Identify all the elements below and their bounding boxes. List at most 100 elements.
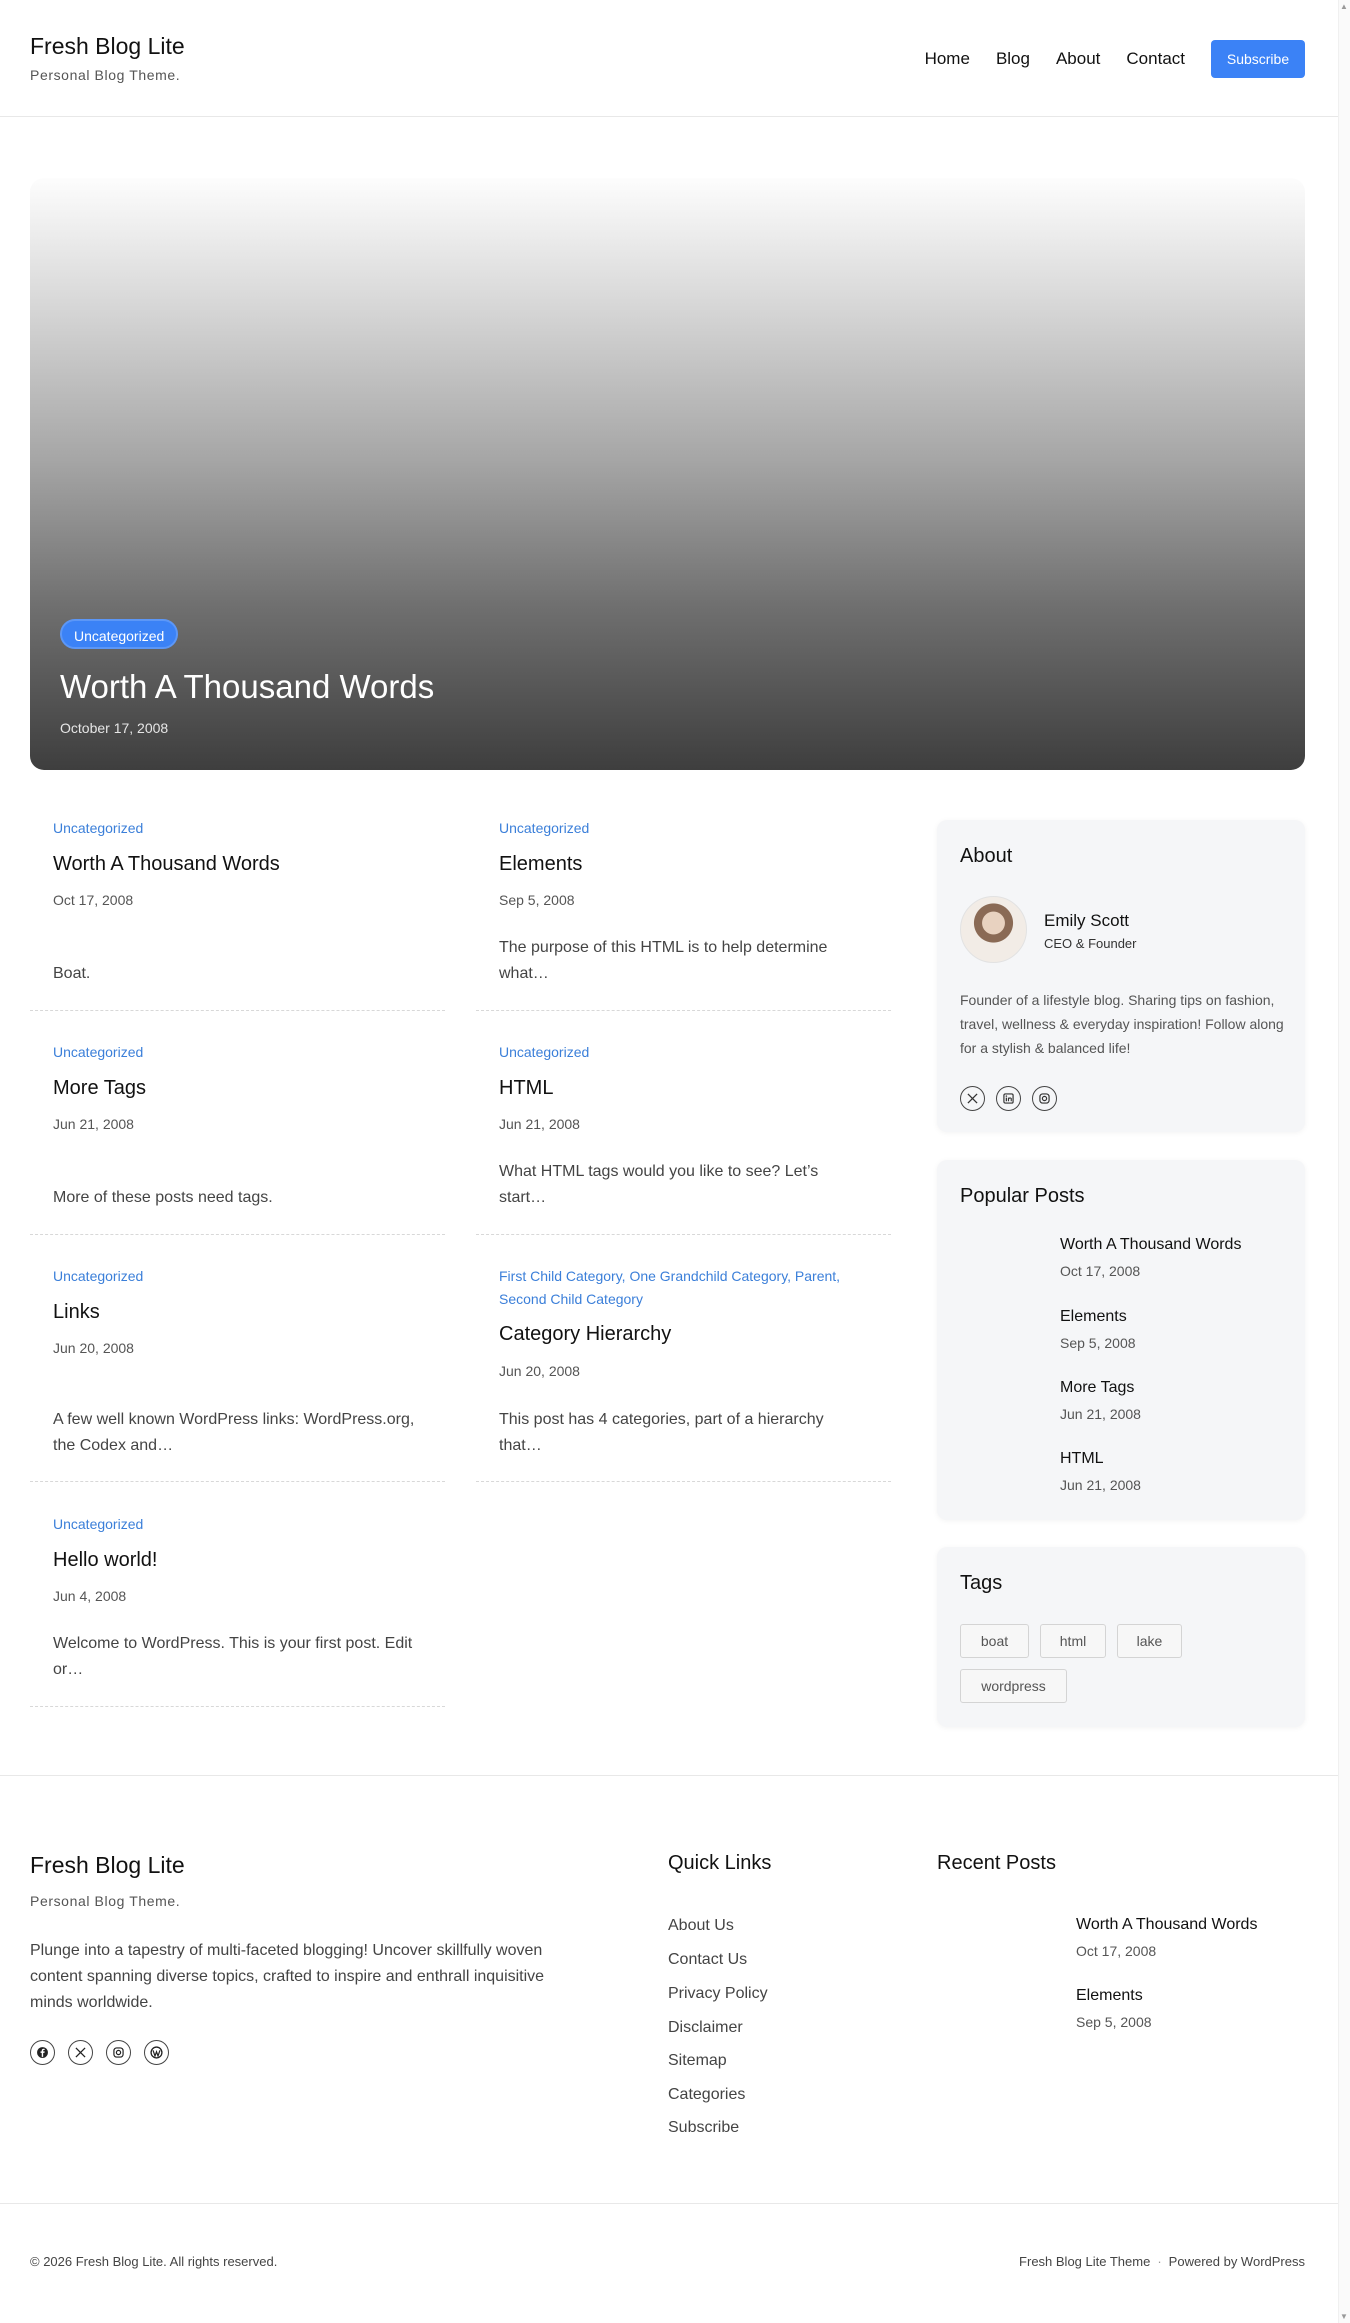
footer-link-disclaimer[interactable]: Disclaimer [668, 2019, 743, 2037]
footer-description: Plunge into a tapestry of multi-faceted … [30, 1942, 545, 2011]
tags-widget: Tags boat html lake wordpress [937, 1547, 1305, 1727]
post-excerpt: The purpose of this HTML is to help dete… [499, 939, 828, 982]
post-title[interactable]: Worth A Thousand Words [53, 853, 280, 876]
x-icon[interactable] [960, 1086, 985, 1111]
post-title[interactable]: HTML [499, 1077, 553, 1100]
page: Fresh Blog Lite Personal Blog Theme. Hom… [0, 0, 1338, 2323]
recent-post-title[interactable]: Worth A Thousand Words [1076, 1916, 1257, 1934]
post-excerpt: Boat. [53, 965, 91, 982]
tag-link[interactable]: wordpress [960, 1669, 1067, 1703]
post-title[interactable]: Category Hierarchy [499, 1323, 671, 1346]
widget-title: Popular Posts [960, 1185, 1085, 1207]
tag-link[interactable]: boat [960, 1624, 1029, 1658]
post-date: Jun 4, 2008 [53, 1588, 127, 1604]
hero-date: October 17, 2008 [60, 720, 169, 736]
post-excerpt: A few well known WordPress links: WordPr… [53, 1411, 415, 1454]
post-category[interactable]: Uncategorized [53, 817, 433, 840]
footer-site-title[interactable]: Fresh Blog Lite [30, 1852, 185, 1879]
recent-post-item[interactable]: Elements Sep 5, 2008 [1076, 1987, 1152, 2030]
post-category[interactable]: Uncategorized [53, 1265, 433, 1288]
post-date: Sep 5, 2008 [499, 892, 575, 908]
popular-post-date: Oct 17, 2008 [1060, 1263, 1141, 1279]
nav-about[interactable]: About [1056, 49, 1100, 69]
post-excerpt: Welcome to WordPress. This is your first… [53, 1635, 413, 1678]
post-category[interactable]: Uncategorized [499, 1041, 879, 1064]
about-widget: About Emily Scott CEO & Founder Founder … [937, 820, 1305, 1132]
popular-post-title[interactable]: HTML [1060, 1450, 1141, 1468]
site-header: Fresh Blog Lite Personal Blog Theme. Hom… [0, 0, 1338, 117]
footer-social-links [30, 2040, 180, 2065]
post-card: Uncategorized Worth A Thousand Words Oct… [30, 815, 445, 1011]
post-card: Uncategorized HTML Jun 21, 2008 What HTM… [476, 1039, 891, 1235]
footer-link-sitemap[interactable]: Sitemap [668, 2052, 727, 2070]
theme-credit-link[interactable]: Fresh Blog Lite Theme [1019, 2254, 1150, 2269]
recent-post-date: Sep 5, 2008 [1076, 2014, 1152, 2030]
recent-post-item[interactable]: Worth A Thousand Words Oct 17, 2008 [1076, 1916, 1257, 1959]
post-date: Jun 21, 2008 [499, 1116, 580, 1132]
facebook-icon[interactable] [30, 2040, 55, 2065]
hero-featured-post[interactable]: Uncategorized Worth A Thousand Words Oct… [30, 178, 1305, 770]
footer-link-categories[interactable]: Categories [668, 2086, 745, 2104]
instagram-icon[interactable] [106, 2040, 131, 2065]
author-role: CEO & Founder [1044, 936, 1137, 951]
footer-link-subscribe[interactable]: Subscribe [668, 2119, 739, 2137]
popular-post-date: Jun 21, 2008 [1060, 1406, 1141, 1422]
post-date: Oct 17, 2008 [53, 892, 134, 908]
post-card: Uncategorized More Tags Jun 21, 2008 Mor… [30, 1039, 445, 1235]
recent-post-date: Oct 17, 2008 [1076, 1943, 1157, 1959]
post-excerpt: More of these posts need tags. [53, 1189, 273, 1206]
scroll-down-icon[interactable]: ▼ [1340, 2312, 1348, 2321]
post-category[interactable]: Uncategorized [499, 817, 879, 840]
nav-contact[interactable]: Contact [1126, 49, 1185, 69]
main-nav: Home Blog About Contact Subscribe [925, 40, 1338, 78]
tag-link[interactable]: lake [1117, 1624, 1182, 1658]
linkedin-icon[interactable] [996, 1086, 1021, 1111]
post-date: Jun 20, 2008 [499, 1363, 580, 1379]
site-tagline: Personal Blog Theme. [30, 67, 181, 83]
powered-by-link[interactable]: Powered by WordPress [1169, 2254, 1305, 2269]
about-social-links [960, 1086, 1068, 1111]
footer-tagline: Personal Blog Theme. [30, 1893, 181, 1909]
footer-link-contact-us[interactable]: Contact Us [668, 1951, 747, 1969]
hero-category-badge[interactable]: Uncategorized [60, 619, 179, 649]
subscribe-button[interactable]: Subscribe [1211, 40, 1305, 78]
popular-post-item[interactable]: HTML Jun 21, 2008 [1060, 1450, 1141, 1493]
popular-post-item[interactable]: More Tags Jun 21, 2008 [1060, 1379, 1141, 1422]
recent-post-title[interactable]: Elements [1076, 1987, 1152, 2005]
nav-blog[interactable]: Blog [996, 49, 1030, 69]
tag-link[interactable]: html [1040, 1624, 1106, 1658]
popular-post-title[interactable]: Elements [1060, 1308, 1136, 1326]
post-title[interactable]: More Tags [53, 1077, 146, 1100]
nav-home[interactable]: Home [925, 49, 970, 69]
page-scrollbar[interactable]: ▲ ▼ [1338, 0, 1350, 2323]
site-title-link[interactable]: Fresh Blog Lite [30, 33, 185, 60]
x-icon[interactable] [68, 2040, 93, 2065]
wordpress-icon[interactable] [144, 2040, 169, 2065]
instagram-icon[interactable] [1032, 1086, 1057, 1111]
post-card: First Child Category, One Grandchild Cat… [476, 1263, 891, 1482]
author-name: Emily Scott [1044, 911, 1130, 930]
credit-separator: · [1157, 2254, 1162, 2269]
popular-post-title[interactable]: More Tags [1060, 1379, 1141, 1397]
post-title[interactable]: Links [53, 1301, 100, 1324]
post-category[interactable]: First Child Category, One Grandchild Cat… [499, 1265, 879, 1311]
post-date: Jun 20, 2008 [53, 1340, 134, 1356]
author-avatar [960, 896, 1027, 963]
widget-title: Tags [960, 1572, 1003, 1594]
post-card: Uncategorized Elements Sep 5, 2008 The p… [476, 815, 891, 1011]
post-category[interactable]: Uncategorized [53, 1041, 433, 1064]
popular-post-title[interactable]: Worth A Thousand Words [1060, 1236, 1241, 1254]
hero-title[interactable]: Worth A Thousand Words [60, 668, 434, 706]
popular-post-item[interactable]: Elements Sep 5, 2008 [1060, 1308, 1136, 1351]
footer-bottom-bar: © 2026 Fresh Blog Lite. All rights reser… [0, 2203, 1338, 2269]
footer-link-privacy-policy[interactable]: Privacy Policy [668, 1985, 768, 2003]
footer: Fresh Blog Lite Personal Blog Theme. Plu… [0, 1775, 1338, 2136]
post-title[interactable]: Elements [499, 853, 582, 876]
quick-links-heading: Quick Links [668, 1852, 772, 1874]
footer-link-about-us[interactable]: About Us [668, 1917, 734, 1935]
footer-credits: Fresh Blog Lite Theme · Powered by WordP… [1019, 2254, 1305, 2269]
scroll-up-icon[interactable]: ▲ [1340, 2, 1348, 11]
popular-post-item[interactable]: Worth A Thousand Words Oct 17, 2008 [1060, 1236, 1241, 1279]
post-category[interactable]: Uncategorized [53, 1513, 433, 1536]
post-title[interactable]: Hello world! [53, 1549, 157, 1572]
